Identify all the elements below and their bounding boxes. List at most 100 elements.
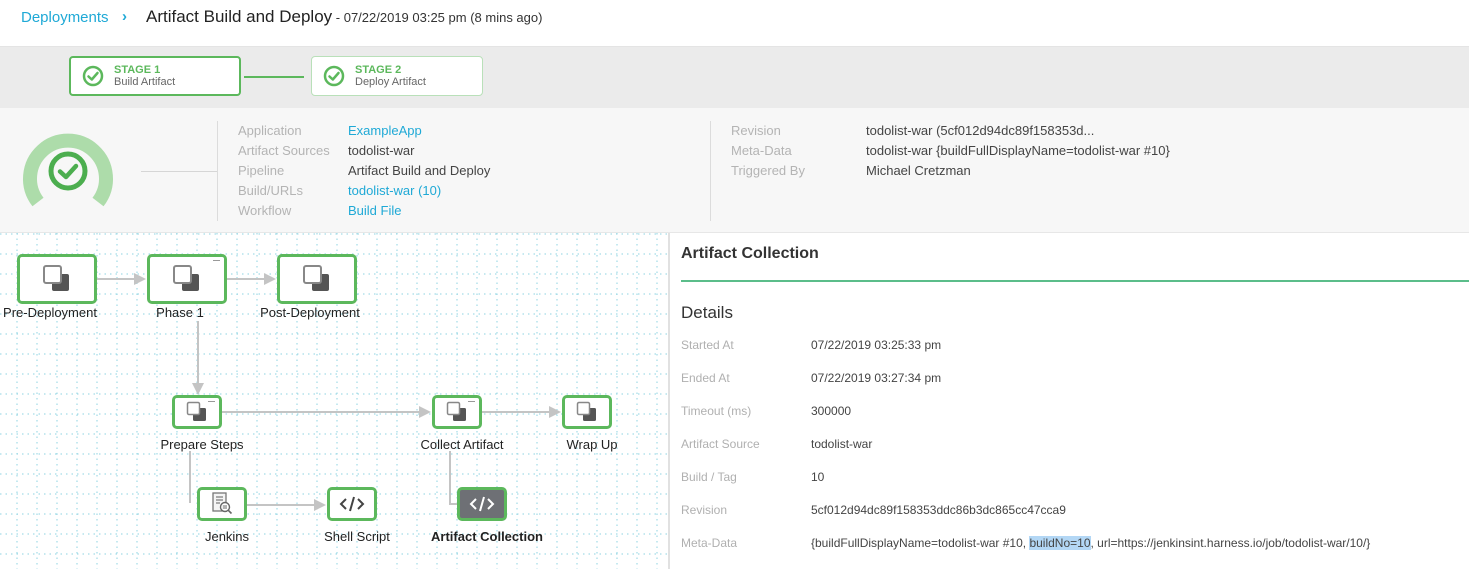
node-prepare-steps[interactable] [172, 395, 222, 429]
phase-icon [173, 265, 199, 291]
detail-row-workflow: Workflow Build File [238, 201, 490, 221]
phase-icon [43, 265, 69, 291]
arrow-head [549, 406, 561, 418]
stage-name: STAGE 2 [355, 64, 402, 76]
detail-label: Workflow [238, 203, 292, 218]
jenkins-document-search-icon [212, 492, 233, 515]
panel-title: Artifact Collection [681, 245, 819, 262]
workflow-graph-canvas[interactable]: Pre-Deployment Phase 1 Post-Deployment P… [0, 233, 668, 569]
details-heading: Details [681, 303, 733, 322]
detail-value: 5cf012d94dc89f158353ddc86b3dc865cc47cca9 [811, 503, 1066, 517]
divider [710, 121, 711, 221]
detail-row-revision: Revision todolist-war (5cf012d94dc89f1583… [731, 121, 1170, 141]
detail-label: Build/URLs [238, 183, 304, 198]
detail-label: Triggered By [731, 163, 805, 178]
application-link[interactable]: ExampleApp [348, 121, 422, 141]
node-collect-artifact[interactable] [432, 395, 482, 429]
page-title-text: Artifact Build and Deploy [146, 7, 333, 26]
panel-title-underline [681, 280, 1469, 282]
node-label: Post-Deployment [260, 305, 360, 320]
deployment-summary: Application ExampleApp Artifact Sources to… [0, 108, 1469, 233]
page-subtitle: - 07/22/2019 03:25 pm (8 mins ago) [332, 10, 543, 25]
node-artifact-collection-selected[interactable] [457, 487, 507, 521]
stage-description: Deploy Artifact [355, 76, 426, 88]
detail-value: 300000 [811, 404, 852, 418]
edge [247, 504, 317, 506]
detail-row-revision: Revision 5cf012d94dc89f158353ddc86b3dc865… [681, 503, 1066, 517]
node-shell-script[interactable] [327, 487, 377, 521]
node-jenkins[interactable] [197, 487, 247, 521]
detail-row-artifact-sources: Artifact Sources todolist-war [238, 141, 490, 161]
page-header: Deployments › Artifact Build and Deploy … [0, 0, 1469, 47]
detail-label: Application [238, 123, 302, 138]
breadcrumb-deployments-link[interactable]: Deployments [21, 9, 109, 26]
node-wrap-up[interactable] [562, 395, 612, 429]
selected-text-highlight: buildNo=10 [1029, 536, 1091, 550]
node-post-deployment[interactable] [277, 254, 357, 304]
phase-icon [446, 401, 466, 421]
page-title: Artifact Build and Deploy - 07/22/2019 0… [146, 7, 542, 27]
phase-icon [186, 401, 206, 421]
arrow-head [314, 499, 326, 511]
detail-value: 07/22/2019 03:25:33 pm [811, 338, 942, 352]
arrow-head [264, 273, 276, 285]
node-label: Shell Script [324, 529, 390, 544]
summary-right-details: Revision todolist-war (5cf012d94dc89f1583… [731, 121, 1170, 181]
stage-connector [244, 76, 304, 78]
stage-2[interactable]: STAGE 2 Deploy Artifact [311, 56, 483, 96]
divider [141, 171, 217, 172]
success-check-icon [82, 65, 104, 87]
workflow-link[interactable]: Build File [348, 201, 401, 221]
collapse-icon[interactable] [208, 401, 215, 402]
detail-row-started-at: Started At 07/22/2019 03:25:33 pm [681, 338, 941, 352]
detail-value: todolist-war (5cf012d94dc89f158353d... [866, 123, 1095, 138]
stage-1[interactable]: STAGE 1 Build Artifact [69, 56, 241, 96]
node-label: Jenkins [204, 529, 250, 544]
stage-name: STAGE 1 [114, 64, 161, 76]
detail-row-application: Application ExampleApp [238, 121, 490, 141]
stage-description: Build Artifact [114, 76, 176, 88]
detail-label: Revision [681, 503, 728, 517]
code-icon [469, 496, 495, 512]
edge [227, 278, 267, 280]
meta-data-text: {buildFullDisplayName=todolist-war #10, [811, 536, 1030, 550]
detail-row-ended-at: Ended At 07/22/2019 03:27:34 pm [681, 371, 941, 385]
edge [482, 411, 552, 413]
node-label: Artifact Collection [431, 529, 543, 544]
node-label: Wrap Up [566, 437, 618, 452]
edge [449, 451, 451, 505]
build-url-link[interactable]: todolist-war (10) [348, 181, 441, 201]
step-details-panel: Artifact Collection Details Started At 07… [668, 233, 1469, 569]
detail-value: Artifact Build and Deploy [348, 163, 491, 178]
node-label: Prepare Steps [160, 437, 244, 452]
detail-label: Pipeline [238, 163, 285, 178]
code-icon [339, 496, 365, 512]
detail-label: Revision [731, 123, 781, 138]
divider [217, 121, 218, 221]
detail-label: Artifact Sources [238, 143, 330, 158]
meta-data-text: , url=https://jenkinsint.harness.io/job/… [1090, 536, 1371, 550]
collapse-icon[interactable] [468, 401, 475, 402]
success-check-icon [323, 65, 345, 87]
status-gauge-icon [23, 133, 113, 207]
detail-value: todolist-war [348, 143, 415, 158]
detail-value: todolist-war [811, 437, 873, 451]
node-label: Collect Artifact [420, 437, 504, 452]
detail-value: todolist-war {buildFullDisplayName=todol… [866, 143, 1170, 158]
detail-label: Started At [681, 338, 734, 352]
node-phase-1[interactable] [147, 254, 227, 304]
detail-value[interactable]: {buildFullDisplayName=todolist-war #10, … [811, 536, 1370, 550]
node-label: Phase 1 [156, 305, 204, 320]
edge [222, 411, 422, 413]
arrow-head [192, 383, 204, 395]
arrow-head [134, 273, 146, 285]
node-pre-deployment[interactable] [17, 254, 97, 304]
detail-row-meta-data: Meta-Data todolist-war {buildFullDisplayN… [731, 141, 1170, 161]
detail-label: Ended At [681, 371, 730, 385]
detail-row-timeout: Timeout (ms) 300000 [681, 404, 851, 418]
detail-row-triggered-by: Triggered By Michael Cretzman [731, 161, 1170, 181]
edge [97, 278, 137, 280]
arrow-head [419, 406, 431, 418]
collapse-icon[interactable] [213, 260, 220, 261]
node-label: Pre-Deployment [3, 305, 97, 320]
